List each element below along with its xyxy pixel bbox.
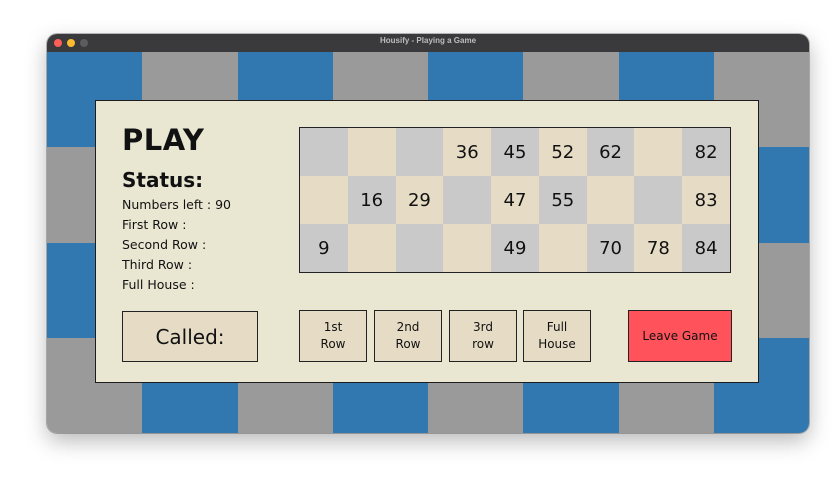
ticket-cell[interactable]: 29	[395, 176, 444, 224]
ticket-cell[interactable]: 47	[491, 176, 539, 224]
bingo-ticket: 36 45 52 62 82 16 29 47 55 83 9 49 70 78 84	[299, 127, 731, 273]
ticket-cell	[395, 224, 444, 272]
ticket-cell	[538, 224, 587, 272]
called-number-display: Called:	[122, 311, 258, 362]
claim-third-row-button[interactable]: 3rd row	[449, 310, 517, 362]
ticket-cell[interactable]: 36	[443, 128, 492, 176]
title-bar: Housify - Playing a Game	[47, 34, 809, 52]
ticket-cell[interactable]: 82	[682, 128, 730, 176]
ticket-cell[interactable]: 49	[491, 224, 539, 272]
status-numbers-left: Numbers left : 90	[122, 197, 232, 212]
ticket-cell	[347, 128, 396, 176]
status-first-row: First Row :	[122, 217, 187, 232]
ticket-cell[interactable]: 83	[682, 176, 730, 224]
ticket-cell	[443, 176, 492, 224]
ticket-cell	[586, 176, 635, 224]
app-window: Housify - Playing a Game PLAY Status: Nu…	[47, 34, 809, 433]
window-title: Housify - Playing a Game	[379, 36, 477, 45]
leave-game-button[interactable]: Leave Game	[628, 310, 732, 362]
ticket-cell	[300, 176, 348, 224]
ticket-cell[interactable]: 70	[586, 224, 635, 272]
claim-first-row-button[interactable]: 1st Row	[299, 310, 367, 362]
claim-full-house-button[interactable]: Full House	[523, 310, 591, 362]
claim-second-row-button[interactable]: 2nd Row	[374, 310, 442, 362]
status-full-house: Full House :	[122, 277, 195, 292]
status-third-row: Third Row :	[122, 257, 193, 272]
ticket-cell[interactable]: 9	[300, 224, 348, 272]
ticket-cell	[347, 224, 396, 272]
ticket-cell	[395, 128, 444, 176]
page-title: PLAY	[122, 123, 205, 157]
ticket-cell	[300, 128, 348, 176]
ticket-cell	[443, 224, 492, 272]
ticket-cell[interactable]: 62	[586, 128, 635, 176]
game-panel: PLAY Status: Numbers left : 90 First Row…	[95, 100, 759, 383]
ticket-cell	[634, 176, 683, 224]
ticket-cell[interactable]: 55	[538, 176, 587, 224]
ticket-cell[interactable]: 16	[347, 176, 396, 224]
status-heading: Status:	[122, 168, 204, 192]
status-second-row: Second Row :	[122, 237, 207, 252]
ticket-cell	[634, 128, 683, 176]
ticket-cell[interactable]: 84	[682, 224, 730, 272]
ticket-cell[interactable]: 45	[491, 128, 539, 176]
ticket-cell[interactable]: 78	[634, 224, 683, 272]
ticket-cell[interactable]: 52	[538, 128, 587, 176]
